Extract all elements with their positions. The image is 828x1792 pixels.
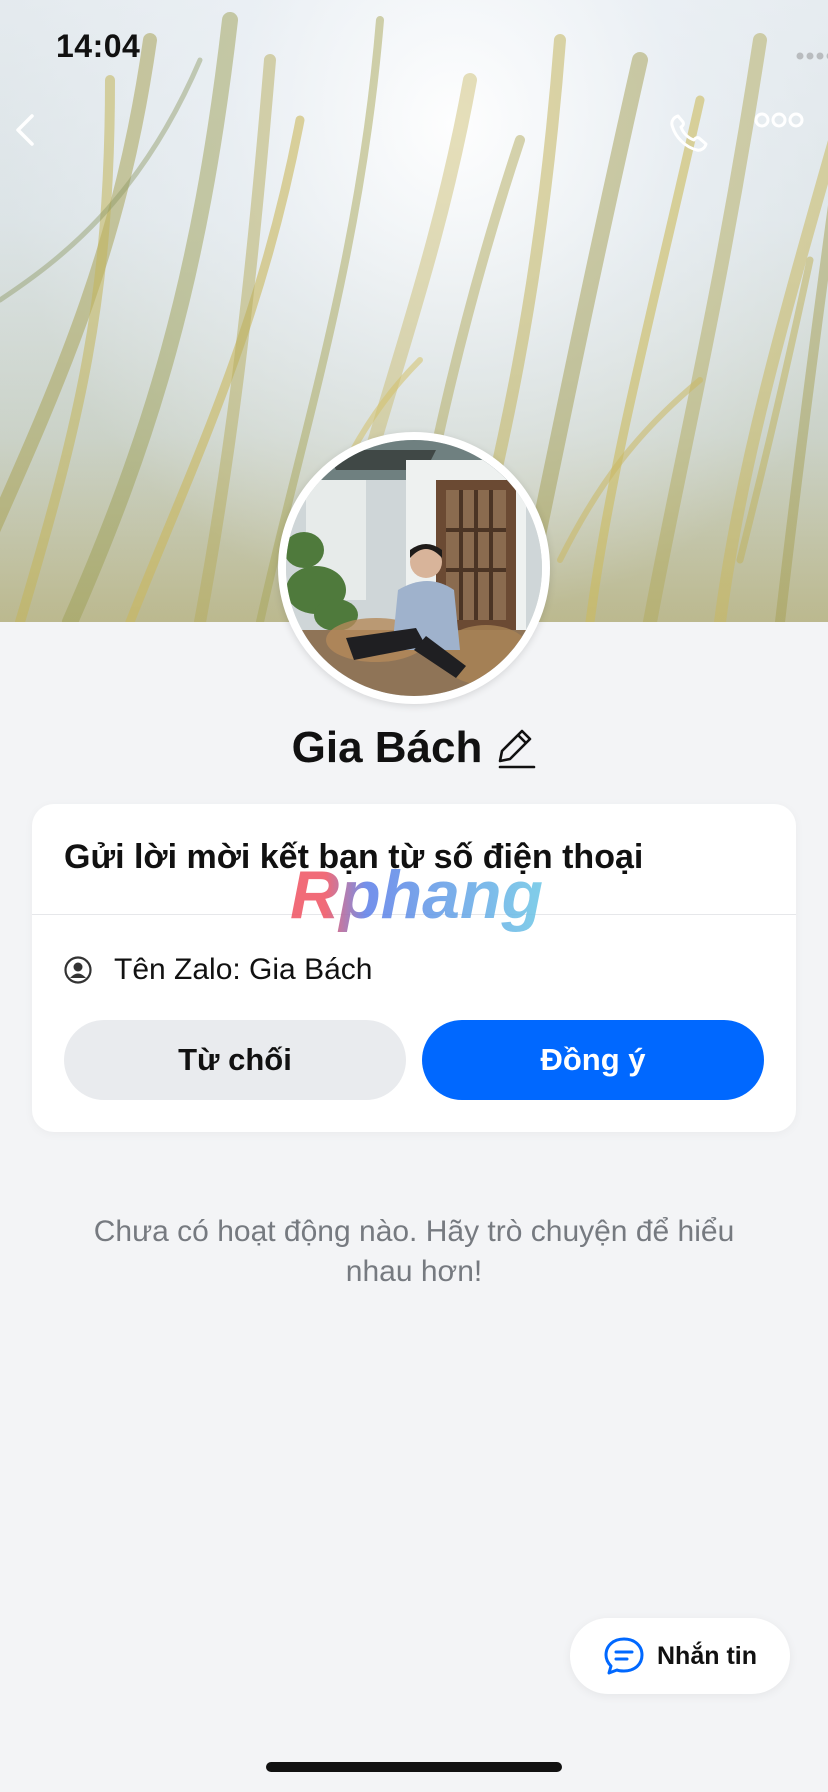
status-time: 14:04 (56, 28, 141, 64)
user-circle-icon (64, 956, 92, 984)
zalo-name-row: Tên Zalo: Gia Bách (64, 950, 372, 990)
more-button[interactable] (754, 110, 818, 170)
zalo-name-text: Tên Zalo: Gia Bách (114, 953, 373, 986)
avatar-photo (286, 440, 542, 696)
watermark-logo: Rphang (290, 857, 544, 933)
signal-dots-icon (796, 52, 828, 60)
message-button-label: Nhắn tin (657, 1641, 757, 1670)
chat-bubble-icon (604, 1637, 644, 1675)
call-button[interactable] (666, 110, 726, 170)
message-button[interactable]: Nhắn tin (570, 1618, 790, 1694)
accept-button[interactable]: Đồng ý (422, 1020, 764, 1100)
home-indicator (266, 1762, 562, 1772)
chevron-left-icon (16, 114, 34, 146)
profile-name-row: Gia Bách (0, 718, 828, 778)
profile-name: Gia Bách (291, 723, 483, 772)
friend-request-card: Gửi lời mời kết bạn từ số điện thoại Tên… (32, 804, 796, 1132)
decline-button[interactable]: Từ chối (64, 1020, 406, 1100)
pencil-icon (499, 729, 536, 769)
back-button[interactable] (10, 110, 70, 170)
edit-name-button[interactable] (498, 727, 536, 769)
more-icon (754, 112, 804, 128)
phone-icon (670, 114, 708, 152)
avatar[interactable] (278, 432, 550, 704)
empty-state-message: Chưa có hoạt động nào. Hãy trò chuyện để… (93, 1215, 735, 1288)
